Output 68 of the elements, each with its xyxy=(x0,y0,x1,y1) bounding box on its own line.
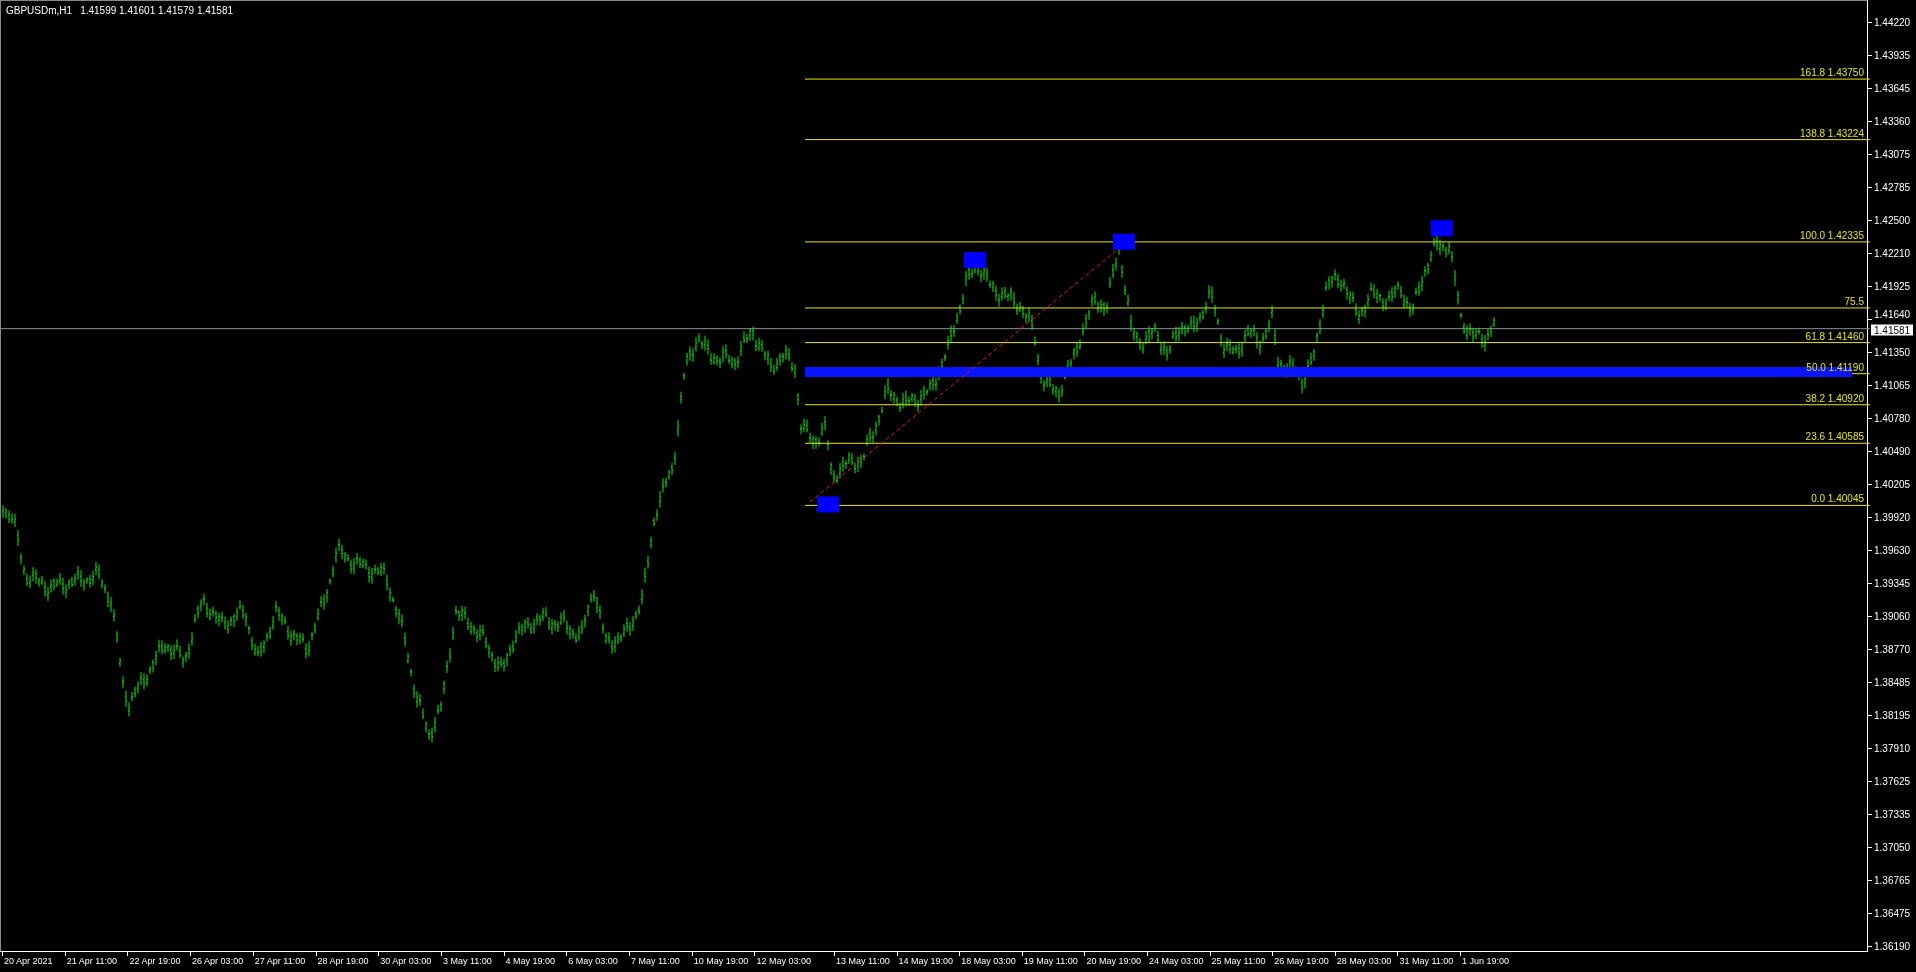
time-label: 10 May 19:00 xyxy=(693,956,749,966)
time-label: 21 Apr 11:00 xyxy=(66,956,118,966)
time-label: 3 May 11:00 xyxy=(442,956,492,966)
price-label: 1.42210 xyxy=(1874,247,1911,259)
price-label: 1.43360 xyxy=(1874,115,1911,127)
anchor-marker xyxy=(1430,220,1453,237)
price-label: 1.42785 xyxy=(1874,181,1911,193)
price-label: 1.43935 xyxy=(1874,49,1911,61)
price-label: 1.37910 xyxy=(1874,742,1911,754)
fib-level-label: 100.0 1.42335 xyxy=(1800,229,1864,241)
time-label: 30 Apr 03:00 xyxy=(380,956,432,966)
fib-level-label: 138.8 1.43224 xyxy=(1800,127,1864,139)
price-label: 1.40780 xyxy=(1874,412,1911,424)
price-label: 1.39060 xyxy=(1874,610,1911,622)
anchor-marker xyxy=(817,496,840,513)
price-label: 1.41065 xyxy=(1874,379,1911,391)
time-label: 12 May 03:00 xyxy=(756,956,811,966)
time-label: 20 Apr 2021 xyxy=(4,956,53,966)
fib-level-label: 23.6 1.40585 xyxy=(1805,431,1864,443)
price-label: 1.39630 xyxy=(1874,544,1911,556)
time-label: 28 May 03:00 xyxy=(1336,956,1392,966)
price-label: 1.40490 xyxy=(1874,445,1911,457)
quote-values: 1.41599 1.41601 1.41579 1.41581 xyxy=(80,5,234,16)
price-label: 1.38485 xyxy=(1874,676,1911,688)
fib-level-label: 75.5 xyxy=(1844,295,1864,307)
price-label: 1.41925 xyxy=(1874,280,1911,292)
price-label: 1.43075 xyxy=(1874,148,1911,160)
price-label: 1.37050 xyxy=(1874,841,1911,853)
price-label: 1.36475 xyxy=(1874,907,1911,919)
time-label: 22 Apr 19:00 xyxy=(129,956,181,966)
fib-level-label: 0.0 1.40045 xyxy=(1811,493,1864,505)
price-label: 1.41640 xyxy=(1874,308,1911,320)
current-price-label: 1.41581 xyxy=(1871,324,1914,336)
time-label: 18 May 03:00 xyxy=(961,956,1016,966)
symbol-title: GBPUSDm,H1 xyxy=(6,5,73,16)
price-label: 1.38770 xyxy=(1874,643,1911,655)
price-label: 1.41350 xyxy=(1874,346,1911,358)
price-label: 1.36190 xyxy=(1874,940,1911,952)
time-label: 24 May 03:00 xyxy=(1149,956,1204,966)
time-label: 1 Jun 19:00 xyxy=(1462,956,1510,966)
time-label: 6 May 03:00 xyxy=(568,956,618,966)
price-label: 1.42500 xyxy=(1874,214,1911,226)
price-label: 1.40205 xyxy=(1874,478,1911,490)
price-label: 1.37335 xyxy=(1874,808,1911,820)
time-label: 26 May 19:00 xyxy=(1274,956,1329,966)
price-label: 1.44220 xyxy=(1874,16,1911,28)
price-label: 1.36765 xyxy=(1874,874,1911,886)
time-label: 20 May 19:00 xyxy=(1086,956,1141,966)
price-label: 1.43645 xyxy=(1874,82,1911,94)
price-label: 1.38195 xyxy=(1874,709,1911,721)
time-label: 19 May 11:00 xyxy=(1023,956,1078,966)
time-label: 28 Apr 19:00 xyxy=(317,956,369,966)
anchor-marker xyxy=(963,252,986,269)
time-label: 31 May 11:00 xyxy=(1399,956,1454,966)
fib-level-label: 38.2 1.40920 xyxy=(1805,392,1864,404)
anchor-marker xyxy=(1113,233,1135,250)
time-label: 14 May 19:00 xyxy=(898,956,954,966)
time-label: 4 May 19:00 xyxy=(505,956,556,966)
price-label: 1.37625 xyxy=(1874,775,1911,787)
time-label: 25 May 11:00 xyxy=(1211,956,1266,966)
price-label: 1.39345 xyxy=(1874,577,1911,589)
time-label: 7 May 11:00 xyxy=(631,956,680,966)
time-label: 27 Apr 11:00 xyxy=(254,956,306,966)
fib-level-label: 161.8 1.43750 xyxy=(1800,67,1864,79)
time-label: 26 Apr 03:00 xyxy=(192,956,244,966)
time-label: 13 May 11:00 xyxy=(836,956,890,966)
fib-level-label: 61.8 1.41460 xyxy=(1805,330,1864,342)
price-label: 1.39920 xyxy=(1874,511,1911,523)
